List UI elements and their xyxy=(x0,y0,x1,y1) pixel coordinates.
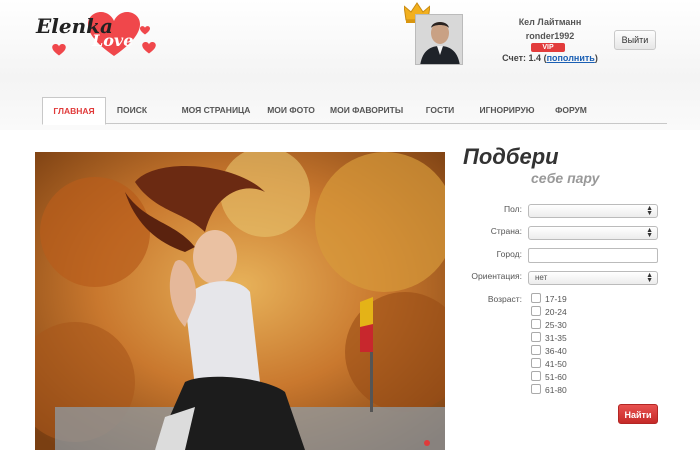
city-label: Город: xyxy=(496,249,522,259)
user-login: ronder1992 xyxy=(525,31,575,41)
tab-home[interactable]: ГЛАВНАЯ xyxy=(42,97,106,125)
tab-my-page[interactable]: МОЯ СТРАНИЦА xyxy=(166,97,266,124)
account-balance: Счет: 1.4 (пополнить) xyxy=(502,53,598,63)
featured-photo xyxy=(35,152,445,450)
logout-button[interactable]: Выйти xyxy=(614,30,656,50)
avatar-photo xyxy=(416,15,462,64)
tab-search[interactable]: ПОИСК xyxy=(112,97,152,124)
select-arrows-icon: ▲ ▼ xyxy=(646,227,653,239)
small-heart-icon xyxy=(52,44,66,56)
city-input[interactable] xyxy=(528,248,658,263)
user-avatar[interactable] xyxy=(415,14,463,65)
country-select[interactable]: ▲ ▼ xyxy=(528,226,658,240)
orientation-value: нет xyxy=(535,273,548,282)
find-button[interactable]: Найти xyxy=(618,404,658,424)
age-option-label: 17-19 xyxy=(545,294,567,304)
account-label: Счет: 1.4 xyxy=(502,53,542,63)
small-heart-icon xyxy=(142,42,156,54)
age-checkbox[interactable] xyxy=(531,306,541,316)
age-checkbox[interactable] xyxy=(531,332,541,342)
age-checkbox[interactable] xyxy=(531,345,541,355)
select-arrows-icon: ▲ ▼ xyxy=(646,272,653,284)
topup-link[interactable]: пополнить xyxy=(547,53,595,63)
user-name[interactable]: Кел Лайтманн xyxy=(510,17,590,27)
age-option-label: 25-30 xyxy=(545,320,567,330)
age-checkbox[interactable] xyxy=(531,293,541,303)
age-checkbox[interactable] xyxy=(531,384,541,394)
age-checkbox[interactable] xyxy=(531,358,541,368)
gender-select[interactable]: ▲ ▼ xyxy=(528,204,658,218)
age-option-label: 20-24 xyxy=(545,307,567,317)
age-option-label: 36-40 xyxy=(545,346,567,356)
search-subtitle: себе пару xyxy=(531,170,600,186)
search-title: Подбери xyxy=(463,144,559,169)
photo-woman-autumn xyxy=(35,152,445,450)
gender-label: Пол: xyxy=(504,204,522,214)
orientation-select[interactable]: нет ▲ ▼ xyxy=(528,271,658,285)
country-label: Страна: xyxy=(490,226,522,236)
site-logo[interactable]: Elenka Love xyxy=(30,6,156,62)
age-option-label: 61-80 xyxy=(545,385,567,395)
tab-my-favorites[interactable]: МОИ ФАВОРИТЫ xyxy=(330,97,403,124)
tab-guests[interactable]: ГОСТИ xyxy=(416,97,464,124)
small-heart-icon xyxy=(140,26,150,35)
tab-my-photos[interactable]: МОИ ФОТО xyxy=(258,97,324,124)
age-option-label: 41-50 xyxy=(545,359,567,369)
tab-ignored[interactable]: ИГНОРИРУЮ xyxy=(474,97,540,124)
age-label: Возраст: xyxy=(487,294,522,304)
tab-forum[interactable]: ФОРУМ xyxy=(550,97,592,124)
age-checkbox[interactable] xyxy=(531,319,541,329)
main-nav: ГЛАВНАЯ ПОИСК МОЯ СТРАНИЦА МОИ ФОТО МОИ … xyxy=(42,97,667,125)
age-option-label: 31-35 xyxy=(545,333,567,343)
logo-text-love: Love xyxy=(92,31,134,50)
select-arrows-icon: ▲ ▼ xyxy=(646,205,653,217)
vip-badge: VIP xyxy=(531,43,565,52)
age-checkbox[interactable] xyxy=(531,371,541,381)
age-option-label: 51-60 xyxy=(545,372,567,382)
orientation-label: Ориентация: xyxy=(471,271,522,281)
